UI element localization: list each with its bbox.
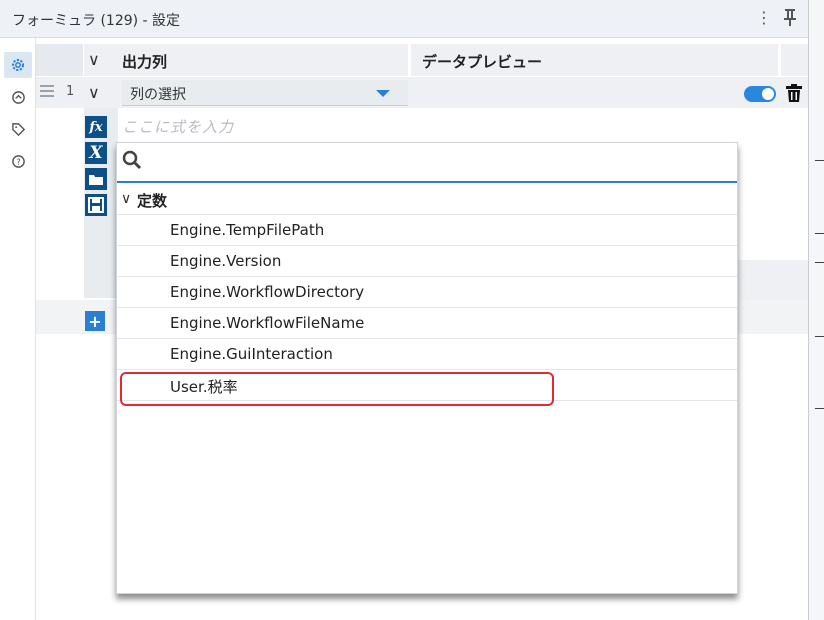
column-divider[interactable] — [778, 44, 781, 76]
variable-icon[interactable]: X — [85, 142, 107, 164]
tag-icon — [11, 122, 25, 136]
gear-icon — [12, 59, 24, 71]
edge-tick — [815, 233, 824, 234]
annotation-tab[interactable] — [9, 88, 27, 106]
more-options-icon[interactable]: ⋮ — [756, 8, 772, 27]
list-item[interactable]: Engine.WorkflowDirectory — [117, 277, 737, 308]
list-item-label: Engine.GuiInteraction — [170, 345, 333, 363]
help-icon: ? — [11, 154, 25, 168]
header-spacer — [36, 44, 84, 76]
list-item[interactable]: Engine.GuiInteraction — [117, 339, 737, 370]
chevron-down-icon: ∨ — [121, 191, 132, 207]
right-edge-panel — [808, 0, 824, 620]
table-row: 1 ∨ 列の選択 — [36, 76, 808, 108]
row-enable-toggle[interactable] — [744, 86, 776, 102]
svg-text:?: ? — [16, 156, 20, 166]
edge-tick — [815, 408, 824, 409]
edge-tick — [815, 336, 824, 337]
group-label: 定数 — [137, 192, 168, 210]
arrow-circle-icon — [11, 90, 25, 104]
preview-band — [736, 260, 808, 300]
search-icon — [122, 150, 142, 170]
drag-handle-icon[interactable] — [40, 85, 54, 99]
collapse-all-icon[interactable]: ∨ — [88, 50, 100, 69]
search-bar — [117, 143, 737, 183]
list-item[interactable]: Engine.WorkflowFileName — [117, 308, 737, 339]
constants-group-header[interactable]: ∨ 定数 — [117, 185, 737, 215]
grid-header: ∨ 出力列 データプレビュー — [36, 44, 808, 76]
list-item-label: Engine.WorkflowDirectory — [170, 283, 365, 301]
highlight-annotation — [120, 372, 554, 406]
column-select-dropdown[interactable]: 列の選択 — [122, 80, 408, 106]
row-number: 1 — [66, 84, 75, 99]
dropdown-caret-icon — [376, 90, 390, 97]
function-picker-popup: ∨ 定数 Engine.TempFilePath Engine.Version … — [116, 142, 738, 594]
add-row-button[interactable]: + — [85, 311, 105, 331]
output-column-header: 出力列 — [122, 53, 168, 71]
list-item-label: Engine.Version — [170, 252, 282, 270]
expression-placeholder[interactable]: ここに式を入力 — [122, 116, 234, 137]
row-collapse-icon[interactable]: ∨ — [88, 83, 100, 102]
open-folder-icon[interactable] — [85, 168, 107, 190]
settings-tab[interactable] — [4, 52, 32, 78]
help-tab[interactable]: ? — [9, 152, 27, 170]
list-item[interactable]: Engine.Version — [117, 246, 737, 277]
title-bar: フォーミュラ (129) - 設定 ⋮ — [0, 0, 808, 38]
delete-row-icon[interactable] — [784, 83, 804, 103]
edge-tick — [815, 160, 824, 161]
left-icon-bar: ? — [0, 38, 36, 620]
data-preview-header: データプレビュー — [422, 53, 543, 71]
function-icon[interactable]: fx — [85, 116, 107, 138]
list-item[interactable]: Engine.TempFilePath — [117, 215, 737, 246]
edge-tick — [815, 262, 824, 263]
save-icon[interactable] — [85, 194, 107, 216]
pin-icon[interactable] — [782, 7, 798, 27]
tag-tab[interactable] — [9, 120, 27, 138]
column-divider[interactable] — [408, 44, 411, 76]
list-item-label: Engine.WorkflowFileName — [170, 314, 365, 332]
search-input[interactable] — [149, 149, 729, 175]
list-item-label: Engine.TempFilePath — [170, 221, 325, 239]
column-select-value: 列の選択 — [130, 87, 186, 103]
window-title: フォーミュラ (129) - 設定 — [12, 13, 181, 29]
